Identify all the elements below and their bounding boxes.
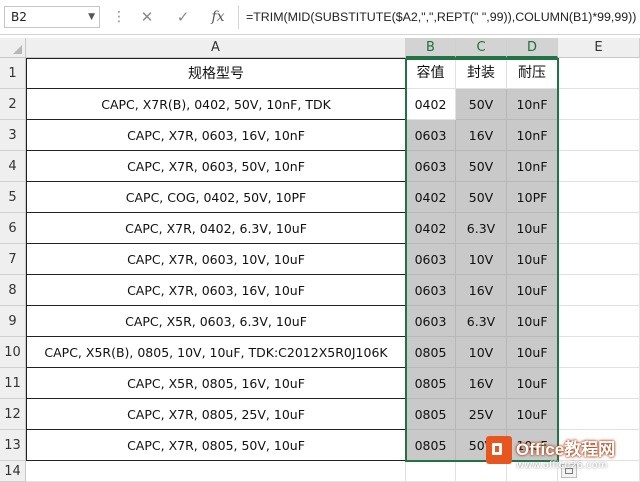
cell-b11[interactable]: 0805	[406, 368, 456, 399]
cell-d8[interactable]: 10uF	[507, 275, 558, 306]
column-header-a[interactable]: A	[26, 38, 406, 58]
cell-a10[interactable]: CAPC, X5R(B), 0805, 10V, 10uF, TDK:C2012…	[26, 337, 406, 368]
cell-a3[interactable]: CAPC, X7R, 0603, 16V, 10nF	[26, 120, 406, 151]
cell-d2[interactable]: 10nF	[507, 89, 558, 120]
cell-d9[interactable]: 10uF	[507, 306, 558, 337]
cell-e8[interactable]	[558, 275, 640, 306]
cell-c9[interactable]: 6.3V	[456, 306, 507, 337]
office-logo-icon	[486, 436, 512, 464]
name-box-value: B2	[11, 10, 27, 24]
cell-b12[interactable]: 0805	[406, 399, 456, 430]
column-header-d[interactable]: D	[507, 38, 558, 58]
cell-b7[interactable]: 0603	[406, 244, 456, 275]
cell-c4[interactable]: 50V	[456, 151, 507, 182]
watermark-url: www.office26.com	[516, 460, 608, 471]
row-header-13[interactable]: 13	[0, 430, 26, 461]
cell-b9[interactable]: 0603	[406, 306, 456, 337]
row-header-11[interactable]: 11	[0, 368, 26, 399]
cell-b1[interactable]: 容值	[406, 58, 456, 89]
chevron-down-icon[interactable]: ▼	[88, 7, 95, 27]
cell-d6[interactable]: 10uF	[507, 213, 558, 244]
cell-c3[interactable]: 16V	[456, 120, 507, 151]
cell-a4[interactable]: CAPC, X7R, 0603, 50V, 10nF	[26, 151, 406, 182]
cell-a2[interactable]: CAPC, X7R(B), 0402, 50V, 10nF, TDK	[26, 89, 406, 120]
cell-b8[interactable]: 0603	[406, 275, 456, 306]
watermark-title: Office教程网	[516, 440, 616, 459]
insert-function-icon[interactable]: fx	[205, 6, 231, 28]
cell-b6[interactable]: 0402	[406, 213, 456, 244]
cell-d3[interactable]: 10nF	[507, 120, 558, 151]
cell-b14[interactable]	[406, 461, 456, 482]
cell-b2[interactable]: 0402	[406, 89, 456, 120]
column-header-c[interactable]: C	[456, 38, 507, 58]
row-header-8[interactable]: 8	[0, 275, 26, 306]
row-header-4[interactable]: 4	[0, 151, 26, 182]
cell-c10[interactable]: 10V	[456, 337, 507, 368]
column-header-e[interactable]: E	[558, 38, 640, 58]
cell-b4[interactable]: 0603	[406, 151, 456, 182]
cell-b3[interactable]: 0603	[406, 120, 456, 151]
select-all-corner[interactable]	[0, 38, 26, 58]
cell-d4[interactable]: 10nF	[507, 151, 558, 182]
column-header-b[interactable]: B	[406, 38, 456, 58]
row-header-5[interactable]: 5	[0, 182, 26, 213]
row-header-10[interactable]: 10	[0, 337, 26, 368]
name-box[interactable]: B2 ▼	[4, 6, 100, 28]
formula-bar: B2 ▼ ⋮ ✕ ✓ fx =TRIM(MID(SUBSTITUTE($A2,"…	[0, 0, 640, 35]
row-header-1[interactable]: 1	[0, 58, 26, 89]
formula-bar-divider	[238, 5, 239, 29]
cell-a12[interactable]: CAPC, X7R, 0805, 25V, 10uF	[26, 399, 406, 430]
cell-a5[interactable]: CAPC, COG, 0402, 50V, 10PF	[26, 182, 406, 213]
row-header-2[interactable]: 2	[0, 89, 26, 120]
cell-d10[interactable]: 10uF	[507, 337, 558, 368]
cell-a7[interactable]: CAPC, X7R, 0603, 10V, 10uF	[26, 244, 406, 275]
formula-input[interactable]: =TRIM(MID(SUBSTITUTE($A2,",",REPT(" ",99…	[246, 6, 636, 28]
cell-e5[interactable]	[558, 182, 640, 213]
cell-e12[interactable]	[558, 399, 640, 430]
cell-a14[interactable]	[26, 461, 406, 482]
cell-b5[interactable]: 0402	[406, 182, 456, 213]
cell-a1[interactable]: 规格型号	[26, 58, 406, 89]
cell-b10[interactable]: 0805	[406, 337, 456, 368]
cell-d1[interactable]: 耐压	[507, 58, 558, 89]
cancel-icon[interactable]: ✕	[134, 6, 160, 28]
confirm-icon[interactable]: ✓	[170, 6, 196, 28]
cell-c1[interactable]: 封装	[456, 58, 507, 89]
select-all-icon	[13, 45, 22, 54]
cell-e7[interactable]	[558, 244, 640, 275]
cell-b13[interactable]: 0805	[406, 430, 456, 461]
cell-e4[interactable]	[558, 151, 640, 182]
cell-a9[interactable]: CAPC, X5R, 0603, 6.3V, 10uF	[26, 306, 406, 337]
cell-c6[interactable]: 6.3V	[456, 213, 507, 244]
cell-d11[interactable]: 10uF	[507, 368, 558, 399]
cell-a6[interactable]: CAPC, X7R, 0402, 6.3V, 10uF	[26, 213, 406, 244]
cell-c11[interactable]: 16V	[456, 368, 507, 399]
row-header-12[interactable]: 12	[0, 399, 26, 430]
cell-c12[interactable]: 25V	[456, 399, 507, 430]
cell-a8[interactable]: CAPC, X7R, 0603, 16V, 10uF	[26, 275, 406, 306]
cell-d5[interactable]: 10PF	[507, 182, 558, 213]
cell-d12[interactable]: 10uF	[507, 399, 558, 430]
cell-e3[interactable]	[558, 120, 640, 151]
cell-c8[interactable]: 16V	[456, 275, 507, 306]
row-header-14[interactable]: 14	[0, 461, 26, 482]
watermark: Office教程网 www.office26.com	[486, 434, 638, 480]
cell-e11[interactable]	[558, 368, 640, 399]
cell-e2[interactable]	[558, 89, 640, 120]
cell-e9[interactable]	[558, 306, 640, 337]
row-header-9[interactable]: 9	[0, 306, 26, 337]
cell-c2[interactable]: 50V	[456, 89, 507, 120]
row-header-7[interactable]: 7	[0, 244, 26, 275]
cell-d7[interactable]: 10uF	[507, 244, 558, 275]
cell-c7[interactable]: 10V	[456, 244, 507, 275]
cell-e6[interactable]	[558, 213, 640, 244]
more-options-icon[interactable]: ⋮	[112, 8, 126, 26]
row-header-6[interactable]: 6	[0, 213, 26, 244]
cell-e10[interactable]	[558, 337, 640, 368]
cell-a11[interactable]: CAPC, X5R, 0805, 16V, 10uF	[26, 368, 406, 399]
cell-c5[interactable]: 50V	[456, 182, 507, 213]
row-header-3[interactable]: 3	[0, 120, 26, 151]
cell-e1[interactable]	[558, 58, 640, 89]
cell-a13[interactable]: CAPC, X7R, 0805, 50V, 10uF	[26, 430, 406, 461]
